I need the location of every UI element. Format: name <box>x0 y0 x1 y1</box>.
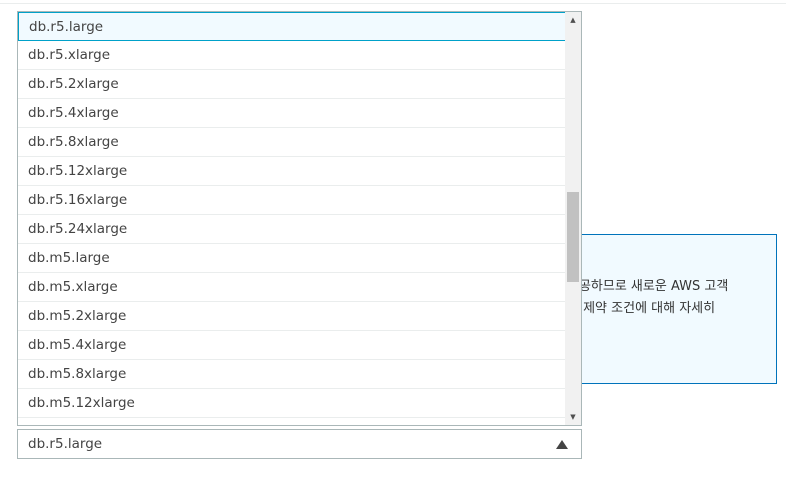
dropdown-option[interactable]: db.r5.2xlarge <box>18 70 566 99</box>
info-text-line-1: 제공하므로 새로운 AWS 고객 <box>567 279 729 294</box>
scroll-down-arrow-icon[interactable]: ▼ <box>565 410 581 424</box>
dropdown-option[interactable]: db.m5.large <box>18 244 566 273</box>
scroll-up-arrow-icon[interactable]: ▲ <box>565 13 581 27</box>
dropdown-option[interactable]: db.r5.24xlarge <box>18 215 566 244</box>
select-value: db.r5.large <box>28 436 103 452</box>
instance-class-select[interactable]: db.r5.large <box>17 429 582 459</box>
dropdown-option[interactable]: db.r5.8xlarge <box>18 128 566 157</box>
dropdown-option[interactable]: db.r5.4xlarge <box>18 99 566 128</box>
dropdown-option[interactable]: db.r5.large <box>18 12 566 41</box>
dropdown-option[interactable]: db.r5.16xlarge <box>18 186 566 215</box>
scrollbar-thumb[interactable] <box>567 192 579 282</box>
instance-class-dropdown-list[interactable]: db.r5.large db.r5.xlarge db.r5.2xlarge d… <box>17 11 582 426</box>
dropdown-option[interactable]: db.m5.2xlarge <box>18 302 566 331</box>
info-text-line-2: 스 제약 조건에 대해 자세히 <box>567 301 716 316</box>
info-alert-panel: 제공하므로 새로운 AWS 고객 스 제약 조건에 대해 자세히 <box>560 234 777 384</box>
dropdown-option[interactable]: db.m5.12xlarge <box>18 389 566 418</box>
caret-up-icon <box>556 440 568 449</box>
dropdown-option[interactable]: db.r5.xlarge <box>18 41 566 70</box>
page-top-divider <box>0 0 786 4</box>
dropdown-option[interactable]: db.m5.xlarge <box>18 273 566 302</box>
dropdown-option[interactable]: db.r5.12xlarge <box>18 157 566 186</box>
dropdown-option[interactable]: db.m5.8xlarge <box>18 360 566 389</box>
dropdown-scrollbar[interactable]: ▲ ▼ <box>565 12 581 425</box>
dropdown-option[interactable]: db.m5.16xlarge <box>18 418 566 425</box>
dropdown-option[interactable]: db.m5.4xlarge <box>18 331 566 360</box>
